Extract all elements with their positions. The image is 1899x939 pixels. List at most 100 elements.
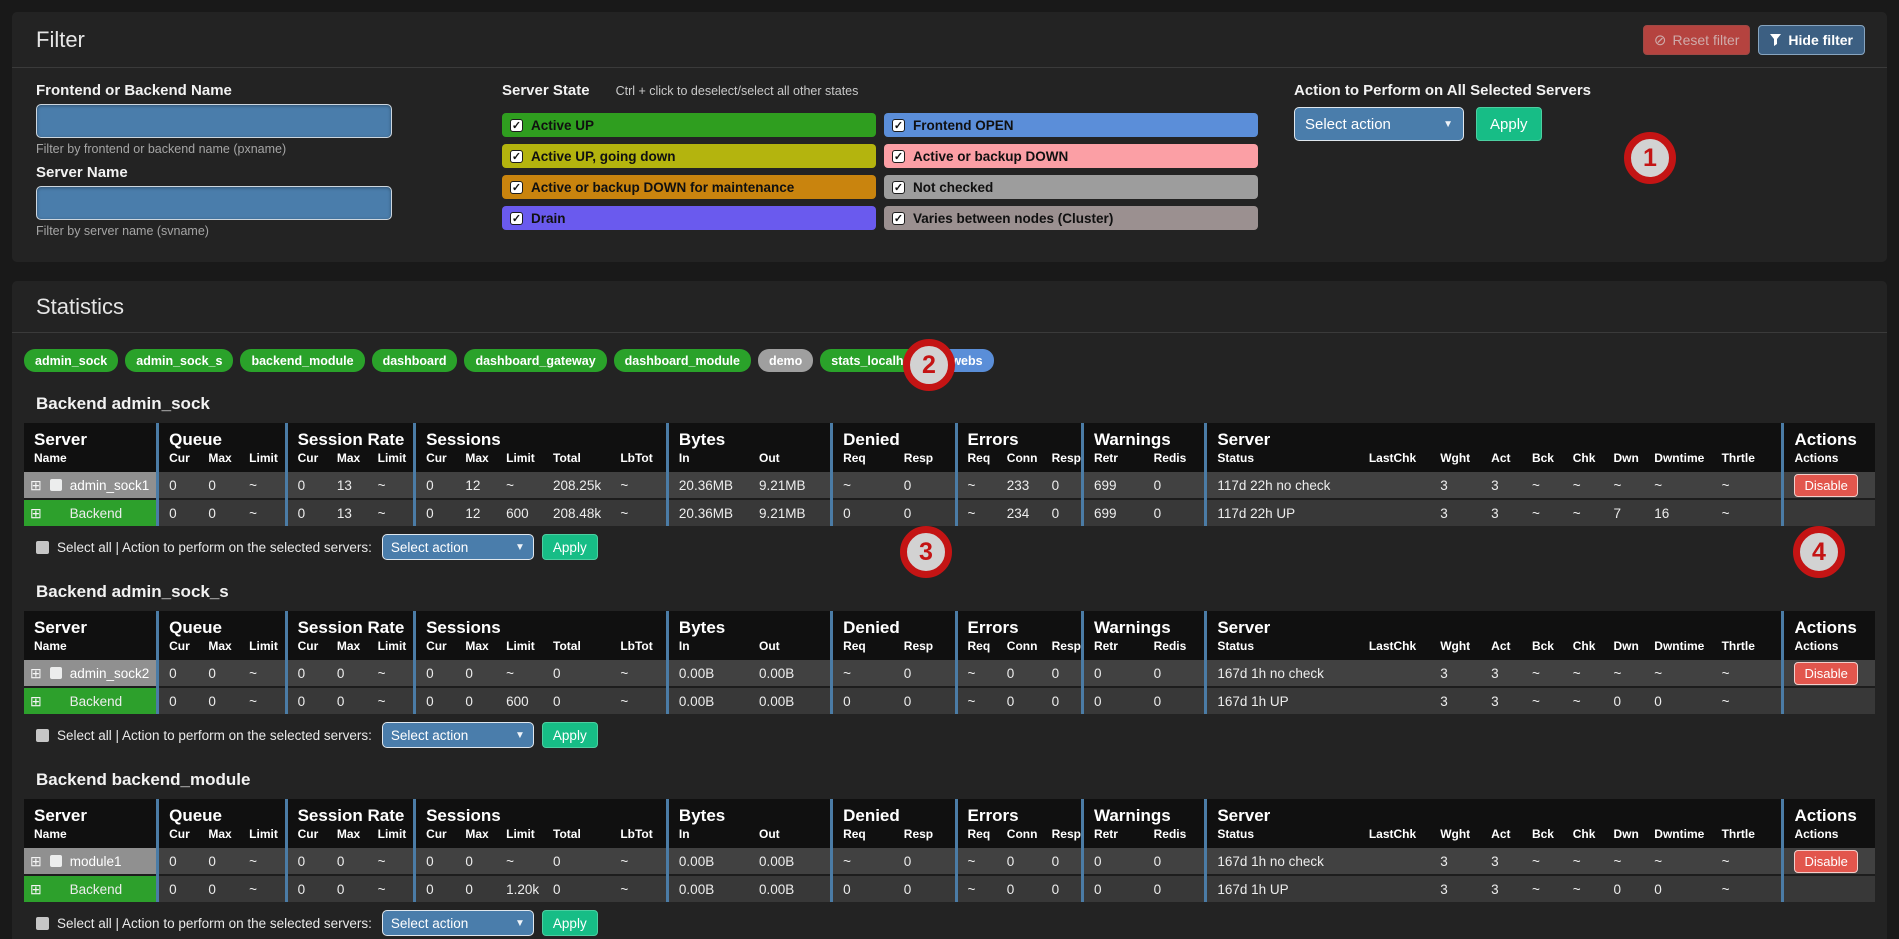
caret-down-icon: ▼ bbox=[1443, 119, 1453, 130]
svname-label: Server Name bbox=[36, 164, 406, 181]
expand-icon[interactable]: ⊞ bbox=[30, 882, 42, 896]
backend-section-backend-admin-sock-s: Backend admin_sock_sServerQueueSession R… bbox=[24, 582, 1875, 748]
badge-backend-module[interactable]: backend_module bbox=[240, 349, 364, 372]
cell: 12 bbox=[455, 499, 496, 526]
checkbox-checked-icon[interactable]: ✓ bbox=[510, 212, 523, 225]
row-checkbox[interactable] bbox=[50, 667, 62, 679]
checkbox-checked-icon[interactable]: ✓ bbox=[510, 150, 523, 163]
column-group-session-rate: Session Rate bbox=[286, 611, 414, 639]
row-checkbox[interactable] bbox=[50, 855, 62, 867]
expand-icon[interactable]: ⊞ bbox=[30, 506, 42, 520]
server-name-inner: ⊞admin_sock2 bbox=[30, 666, 150, 681]
state-varies-between-nodes-cluster[interactable]: ✓Varies between nodes (Cluster) bbox=[884, 206, 1258, 230]
column-cur: Cur bbox=[415, 451, 456, 472]
row-apply-button[interactable]: Apply bbox=[542, 910, 598, 936]
expand-icon[interactable]: ⊞ bbox=[30, 478, 42, 492]
expand-icon[interactable]: ⊞ bbox=[30, 854, 42, 868]
row-checkbox[interactable] bbox=[50, 479, 62, 491]
column-cur: Cur bbox=[158, 827, 199, 848]
disable-button[interactable]: Disable bbox=[1794, 474, 1857, 497]
badge-dashboard[interactable]: dashboard bbox=[372, 349, 458, 372]
row-action-select[interactable]: Select action▼ bbox=[382, 534, 534, 560]
cell: 0 bbox=[1042, 687, 1083, 714]
disable-button[interactable]: Disable bbox=[1794, 662, 1857, 685]
server-state-grid: ✓Active UP ✓Frontend OPEN ✓Active UP, goin… bbox=[502, 113, 1258, 230]
cell: 13 bbox=[327, 499, 368, 526]
select-all-label: Select all | Action to perform on the se… bbox=[57, 728, 372, 743]
global-action-select[interactable]: Select action ▼ bbox=[1294, 107, 1464, 141]
badge-admin-sock[interactable]: admin_sock bbox=[24, 349, 118, 372]
cell bbox=[1359, 848, 1430, 875]
checkbox-checked-icon[interactable]: ✓ bbox=[510, 119, 523, 132]
row-action-select[interactable]: Select action▼ bbox=[382, 722, 534, 748]
state-frontend-open[interactable]: ✓Frontend OPEN bbox=[884, 113, 1258, 137]
cell: 16 bbox=[1644, 499, 1711, 526]
server-name-cell: ⊞Backend bbox=[24, 499, 158, 526]
filter-body: Frontend or Backend Name Filter by front… bbox=[12, 68, 1887, 262]
cell: 233 bbox=[997, 472, 1042, 499]
cell: ~ bbox=[1712, 875, 1783, 902]
badge-demo[interactable]: demo bbox=[758, 349, 813, 372]
state-active-or-backup-down-for-maintenance[interactable]: ✓Active or backup DOWN for maintenance bbox=[502, 175, 876, 199]
column-name: Name bbox=[24, 827, 158, 848]
select-all-checkbox[interactable] bbox=[36, 541, 49, 554]
column-group-server: Server bbox=[1206, 799, 1783, 827]
cell: 208.48k bbox=[543, 499, 610, 526]
checkbox-checked-icon[interactable]: ✓ bbox=[892, 119, 905, 132]
checkbox-checked-icon[interactable]: ✓ bbox=[892, 212, 905, 225]
cell: 167d 1h no check bbox=[1206, 660, 1359, 687]
column-limit: Limit bbox=[368, 451, 415, 472]
cell: 0 bbox=[415, 848, 456, 875]
select-all-checkbox[interactable] bbox=[36, 729, 49, 742]
cell: 3 bbox=[1481, 499, 1522, 526]
checkbox-checked-icon[interactable]: ✓ bbox=[892, 150, 905, 163]
cell: ~ bbox=[239, 499, 286, 526]
cell: 0 bbox=[158, 472, 199, 499]
state-not-checked[interactable]: ✓Not checked bbox=[884, 175, 1258, 199]
column-redis: Redis bbox=[1144, 827, 1206, 848]
cell: 0 bbox=[327, 875, 368, 902]
badge-admin-sock-s[interactable]: admin_sock_s bbox=[125, 349, 233, 372]
cell: ~ bbox=[368, 687, 415, 714]
column-group-sessions: Sessions bbox=[415, 799, 668, 827]
row-apply-button[interactable]: Apply bbox=[542, 722, 598, 748]
row-action-select[interactable]: Select action▼ bbox=[382, 910, 534, 936]
reset-filter-button[interactable]: ⊘ Reset filter bbox=[1643, 25, 1751, 55]
row-apply-button[interactable]: Apply bbox=[542, 534, 598, 560]
cell: 3 bbox=[1430, 499, 1481, 526]
state-drain[interactable]: ✓Drain bbox=[502, 206, 876, 230]
caret-down-icon: ▼ bbox=[515, 542, 525, 553]
hide-filter-button[interactable]: Hide filter bbox=[1758, 25, 1865, 55]
disable-button[interactable]: Disable bbox=[1794, 850, 1857, 873]
expand-icon[interactable]: ⊞ bbox=[30, 666, 42, 680]
global-apply-button[interactable]: Apply bbox=[1476, 107, 1542, 141]
state-active-or-backup-down[interactable]: ✓Active or backup DOWN bbox=[884, 144, 1258, 168]
state-active-up[interactable]: ✓Active UP bbox=[502, 113, 876, 137]
select-all-checkbox[interactable] bbox=[36, 917, 49, 930]
badge-dashboard-gateway[interactable]: dashboard_gateway bbox=[464, 349, 606, 372]
cell: ~ bbox=[368, 848, 415, 875]
select-all-label: Select all | Action to perform on the se… bbox=[57, 540, 372, 555]
pxname-input[interactable] bbox=[36, 104, 392, 138]
cell: ~ bbox=[1563, 499, 1604, 526]
column-lbtot: LbTot bbox=[610, 827, 667, 848]
badge-dashboard-module[interactable]: dashboard_module bbox=[614, 349, 751, 372]
stats-table-backend-admin-sock: ServerQueueSession RateSessionsBytesDeni… bbox=[24, 423, 1875, 526]
state-active-up-going-down[interactable]: ✓Active UP, going down bbox=[502, 144, 876, 168]
expand-icon[interactable]: ⊞ bbox=[30, 694, 42, 708]
server-state-header: Server State Ctrl + click to deselect/se… bbox=[502, 82, 1258, 104]
cell: 1.20k bbox=[496, 875, 543, 902]
checkbox-checked-icon[interactable]: ✓ bbox=[510, 181, 523, 194]
column-dwn: Dwn bbox=[1604, 639, 1645, 660]
column-act: Act bbox=[1481, 451, 1522, 472]
cell: 0 bbox=[543, 687, 610, 714]
cell: ~ bbox=[610, 875, 667, 902]
cell: 0 bbox=[894, 848, 956, 875]
backend-heading: Backend admin_sock_s bbox=[36, 582, 1875, 602]
cell: 0 bbox=[1604, 687, 1645, 714]
svname-input[interactable] bbox=[36, 186, 392, 220]
table-row: ⊞Backend00~00~006000~0.00B0.00B00~000016… bbox=[24, 687, 1875, 714]
select-all-row: Select all | Action to perform on the se… bbox=[36, 534, 1875, 560]
checkbox-checked-icon[interactable]: ✓ bbox=[892, 181, 905, 194]
cell: ~ bbox=[1522, 848, 1563, 875]
